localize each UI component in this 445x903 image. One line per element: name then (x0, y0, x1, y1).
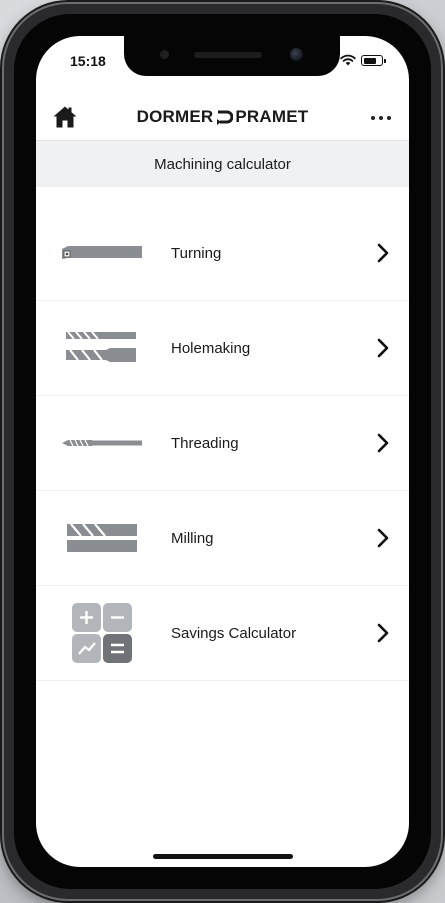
chevron-right-icon (377, 338, 389, 358)
section-title: Machining calculator (154, 155, 291, 173)
calculator-menu-list: Turning Holemaking Threading Milling Sav… (36, 206, 409, 681)
menu-item-holemaking[interactable]: Holemaking (36, 301, 409, 396)
home-indicator[interactable] (152, 854, 293, 859)
menu-item-turning[interactable]: Turning (36, 206, 409, 301)
calculator-icon (62, 603, 142, 663)
drill-icon (62, 318, 142, 378)
end-mill-icon (62, 508, 142, 568)
earpiece-speaker (194, 52, 262, 58)
chevron-right-icon (377, 243, 389, 263)
menu-item-label: Turning (171, 244, 222, 262)
menu-item-savings-calculator[interactable]: Savings Calculator (36, 586, 409, 681)
sensor-dot (160, 50, 169, 59)
chevron-right-icon (377, 623, 389, 643)
section-title-bar: Machining calculator (36, 140, 409, 187)
app-screen: 15:18 DORMER PRAMET Machining calculator… (36, 36, 409, 867)
chevron-right-icon (377, 528, 389, 548)
menu-item-label: Savings Calculator (171, 624, 297, 642)
status-time: 15:18 (70, 53, 106, 69)
menu-item-label: Threading (171, 434, 239, 452)
phone-frame: 15:18 DORMER PRAMET Machining calculator… (4, 4, 441, 899)
menu-item-label: Holemaking (171, 339, 251, 357)
brand-logo: DORMER PRAMET (36, 107, 409, 127)
menu-item-label: Milling (171, 529, 214, 547)
app-header: DORMER PRAMET (36, 96, 409, 140)
wifi-icon (340, 54, 356, 66)
phone-bezel: 15:18 DORMER PRAMET Machining calculator… (14, 14, 431, 889)
menu-item-threading[interactable]: Threading (36, 396, 409, 491)
more-dot-icon (371, 116, 375, 120)
notch (124, 36, 340, 76)
more-options-button[interactable] (365, 104, 397, 132)
brand-name-left: DORMER (136, 107, 214, 126)
tap-icon (62, 413, 142, 473)
chevron-right-icon (377, 433, 389, 453)
brand-name-right: PRAMET (235, 107, 309, 126)
more-dot-icon (387, 116, 391, 120)
brand-swoosh-icon (217, 110, 234, 125)
more-dot-icon (379, 116, 383, 120)
battery-icon (361, 55, 386, 66)
front-camera (290, 48, 303, 61)
menu-item-milling[interactable]: Milling (36, 491, 409, 586)
turning-tool-icon (62, 223, 142, 283)
